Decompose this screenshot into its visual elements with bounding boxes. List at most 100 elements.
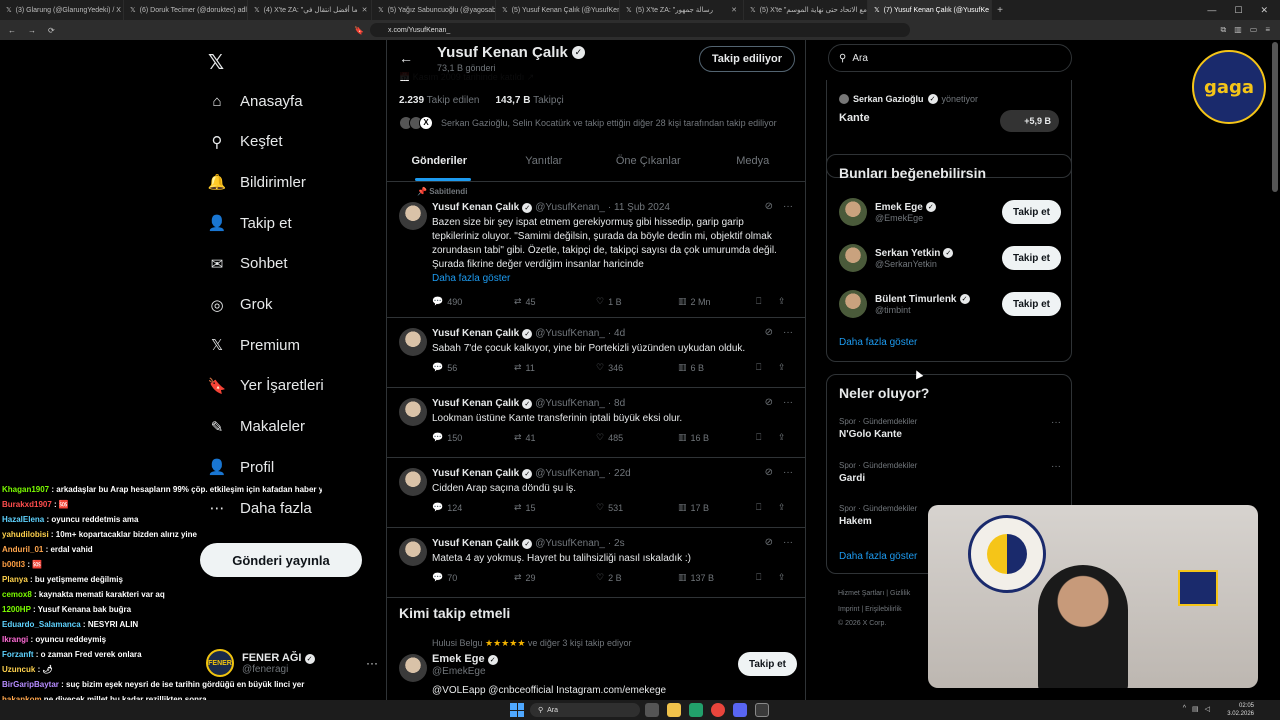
repost-button[interactable]: ⇄ 11: [514, 362, 596, 373]
nav-item-yer-i̇şaretleri[interactable]: 🔖 Yer İşaretleri: [208, 374, 324, 398]
more-icon[interactable]: ···: [783, 327, 793, 338]
more-icon[interactable]: ···: [1051, 461, 1061, 472]
avatar[interactable]: [399, 328, 427, 356]
tweet-time[interactable]: · 11 Şub 2024: [608, 202, 670, 213]
clock[interactable]: 02:05 3.02.2026: [1227, 702, 1254, 718]
follow-button[interactable]: Takip et: [1001, 200, 1061, 224]
like-button[interactable]: ♡ 485: [596, 432, 678, 443]
new-tab-button[interactable]: +: [992, 5, 1008, 16]
browser-tab[interactable]: 𝕏(6) Doruk Tecimer (@doruktec) adlı✕: [124, 0, 248, 20]
nav-item-keşfet[interactable]: ⚲ Keşfet: [208, 130, 283, 154]
tweet[interactable]: Yusuf Kenan Çalık ✓ @YusufKenan_ · 22d ⊘ ··· C…: [387, 458, 805, 528]
views-button[interactable]: ▥ 17 B: [678, 502, 756, 513]
tab-1[interactable]: Yanıtlar: [492, 140, 597, 181]
like-button[interactable]: ♡ 346: [596, 362, 678, 373]
tweet-author[interactable]: Yusuf Kenan Çalık: [432, 538, 519, 549]
views-button[interactable]: ▥ 137 B: [678, 572, 756, 583]
bookmark-icon[interactable]: ⎕: [756, 502, 778, 513]
views-button[interactable]: ▥ 6 B: [678, 362, 756, 373]
windows-start-icon[interactable]: [510, 703, 524, 717]
follow-button[interactable]: Takip et: [1001, 246, 1061, 270]
avatar[interactable]: [399, 538, 427, 566]
tweet-handle[interactable]: @YusufKenan_: [535, 202, 605, 213]
bookmark-page-icon[interactable]: 🔖: [354, 26, 364, 35]
mutual-followers[interactable]: X Serkan Gazioğlu, Selin Kocatürk ve tak…: [399, 116, 777, 130]
close-tab-icon[interactable]: ✕: [731, 6, 737, 14]
reply-button[interactable]: 💬 56: [432, 362, 514, 373]
tab-3[interactable]: Medya: [701, 140, 806, 181]
tweet-handle[interactable]: @YusufKenan_: [535, 538, 605, 549]
tweet[interactable]: Yusuf Kenan Çalık ✓ @YusufKenan_ · 8d ⊘ ··· Lo…: [387, 388, 805, 458]
tweet[interactable]: 📌 Sabitlendi Yusuf Kenan Çalık ✓ @YusufKena…: [387, 182, 805, 318]
reload-icon[interactable]: ⟳: [48, 26, 55, 35]
trend-item[interactable]: Spor · Gündemdekiler N'Golo Kante ···: [839, 417, 1061, 440]
tweet-author[interactable]: Yusuf Kenan Çalık: [432, 398, 519, 409]
task-view-icon[interactable]: [645, 703, 659, 717]
nav-item-makaleler[interactable]: ✎ Makaleler: [208, 415, 305, 439]
tweet[interactable]: Yusuf Kenan Çalık ✓ @YusufKenan_ · 4d ⊘ ··· Sa…: [387, 318, 805, 388]
more-icon[interactable]: ···: [783, 537, 793, 548]
trend-item[interactable]: Spor · Gündemdekiler Gardi ···: [839, 461, 1061, 484]
show-more-link[interactable]: Daha fazla göster: [432, 273, 510, 284]
follow-button[interactable]: Takip et: [737, 652, 797, 676]
share-icon[interactable]: ⇪: [778, 502, 786, 513]
show-more-link[interactable]: Daha fazla göster: [839, 337, 917, 348]
tweet-author[interactable]: Yusuf Kenan Çalık: [432, 468, 519, 479]
avatar[interactable]: [399, 202, 427, 230]
tweet-author[interactable]: Yusuf Kenan Çalık: [432, 328, 519, 339]
tweet-time[interactable]: · 4d: [608, 328, 625, 339]
grok-icon[interactable]: ⊘: [765, 327, 773, 338]
extension-icon[interactable]: ⧉: [1220, 25, 1226, 35]
suggested-user[interactable]: Serkan Yetkin ✓ @SerkanYetkin Takip et: [839, 241, 1061, 275]
maximize-button[interactable]: ☐: [1234, 5, 1242, 16]
chevron-up-icon[interactable]: ^: [1183, 705, 1186, 713]
repost-button[interactable]: ⇄ 15: [514, 502, 596, 513]
avatar[interactable]: [399, 398, 427, 426]
forward-icon[interactable]: →: [28, 26, 36, 35]
more-icon[interactable]: ···: [1051, 417, 1061, 428]
sidebar-icon[interactable]: ▥: [1234, 25, 1242, 35]
footer-links-1[interactable]: Hizmet Şartları | Gizlilik: [838, 590, 910, 597]
share-icon[interactable]: ⇪: [778, 362, 786, 373]
repost-button[interactable]: ⇄ 45: [514, 296, 596, 307]
grok-icon[interactable]: ⊘: [765, 397, 773, 408]
browser-tab[interactable]: 𝕏 (5) X'te ZA: "رسالة جمهور ✕: [620, 0, 744, 20]
nav-item-profil[interactable]: 👤 Profil: [208, 455, 275, 479]
browser-tab[interactable]: 𝕏(7) Yusuf Kenan Çalık (@YusufKe✕: [868, 0, 992, 20]
repost-button[interactable]: ⇄ 29: [514, 572, 596, 583]
more-icon[interactable]: ···: [783, 397, 793, 408]
like-button[interactable]: ♡ 531: [596, 502, 678, 513]
like-button[interactable]: ♡ 2 B: [596, 572, 678, 583]
browser-tab[interactable]: 𝕏(5) X'te "مع الاتحاد حتى نهاية الموسم✕: [744, 0, 868, 20]
back-icon[interactable]: ←: [8, 26, 16, 35]
browser-tab[interactable]: 𝕏(5) Yusuf Kenan Çalık (@YusufKenan✕: [496, 0, 620, 20]
close-tab-icon[interactable]: ✕: [362, 6, 368, 14]
bookmark-icon[interactable]: ⎕: [756, 362, 778, 373]
wallet-icon[interactable]: ▭: [1250, 25, 1258, 35]
tweet-time[interactable]: · 8d: [608, 398, 625, 409]
url-field[interactable]: x.com/YusufKenan_: [370, 23, 910, 37]
back-arrow-icon[interactable]: ←: [399, 50, 413, 66]
reply-button[interactable]: 💬 490: [432, 296, 514, 307]
grok-icon[interactable]: ⊘: [765, 467, 773, 478]
scrollbar[interactable]: [1272, 42, 1278, 192]
search-input[interactable]: ⚲ Ara: [828, 44, 1072, 72]
following-count[interactable]: 2.239 Takip edilen: [399, 95, 479, 106]
store-icon[interactable]: [689, 703, 703, 717]
like-button[interactable]: ♡ 1 B: [596, 296, 678, 307]
trends-show-more-link[interactable]: Daha fazla göster: [839, 551, 917, 562]
minimize-button[interactable]: —: [1207, 5, 1216, 16]
menu-icon[interactable]: ≡: [1265, 25, 1270, 35]
nav-item-premium[interactable]: 𝕏 Premium: [208, 333, 300, 357]
views-button[interactable]: ▥ 16 B: [678, 432, 756, 443]
tab-0[interactable]: Gönderiler: [387, 140, 492, 181]
repost-button[interactable]: ⇄ 41: [514, 432, 596, 443]
footer-links-2[interactable]: Imprint | Erişilebilirlik: [838, 606, 902, 613]
tweet-time[interactable]: · 22d: [608, 468, 631, 479]
grok-icon[interactable]: ⊘: [765, 201, 773, 212]
close-window-button[interactable]: ✕: [1260, 5, 1268, 16]
followers-count[interactable]: 143,7 B Takipçi: [495, 95, 563, 106]
nav-item-bildirimler[interactable]: 🔔 Bildirimler: [208, 170, 306, 194]
nav-item-sohbet[interactable]: ✉ Sohbet: [208, 252, 288, 276]
following-button[interactable]: Takip ediliyor: [698, 46, 795, 72]
